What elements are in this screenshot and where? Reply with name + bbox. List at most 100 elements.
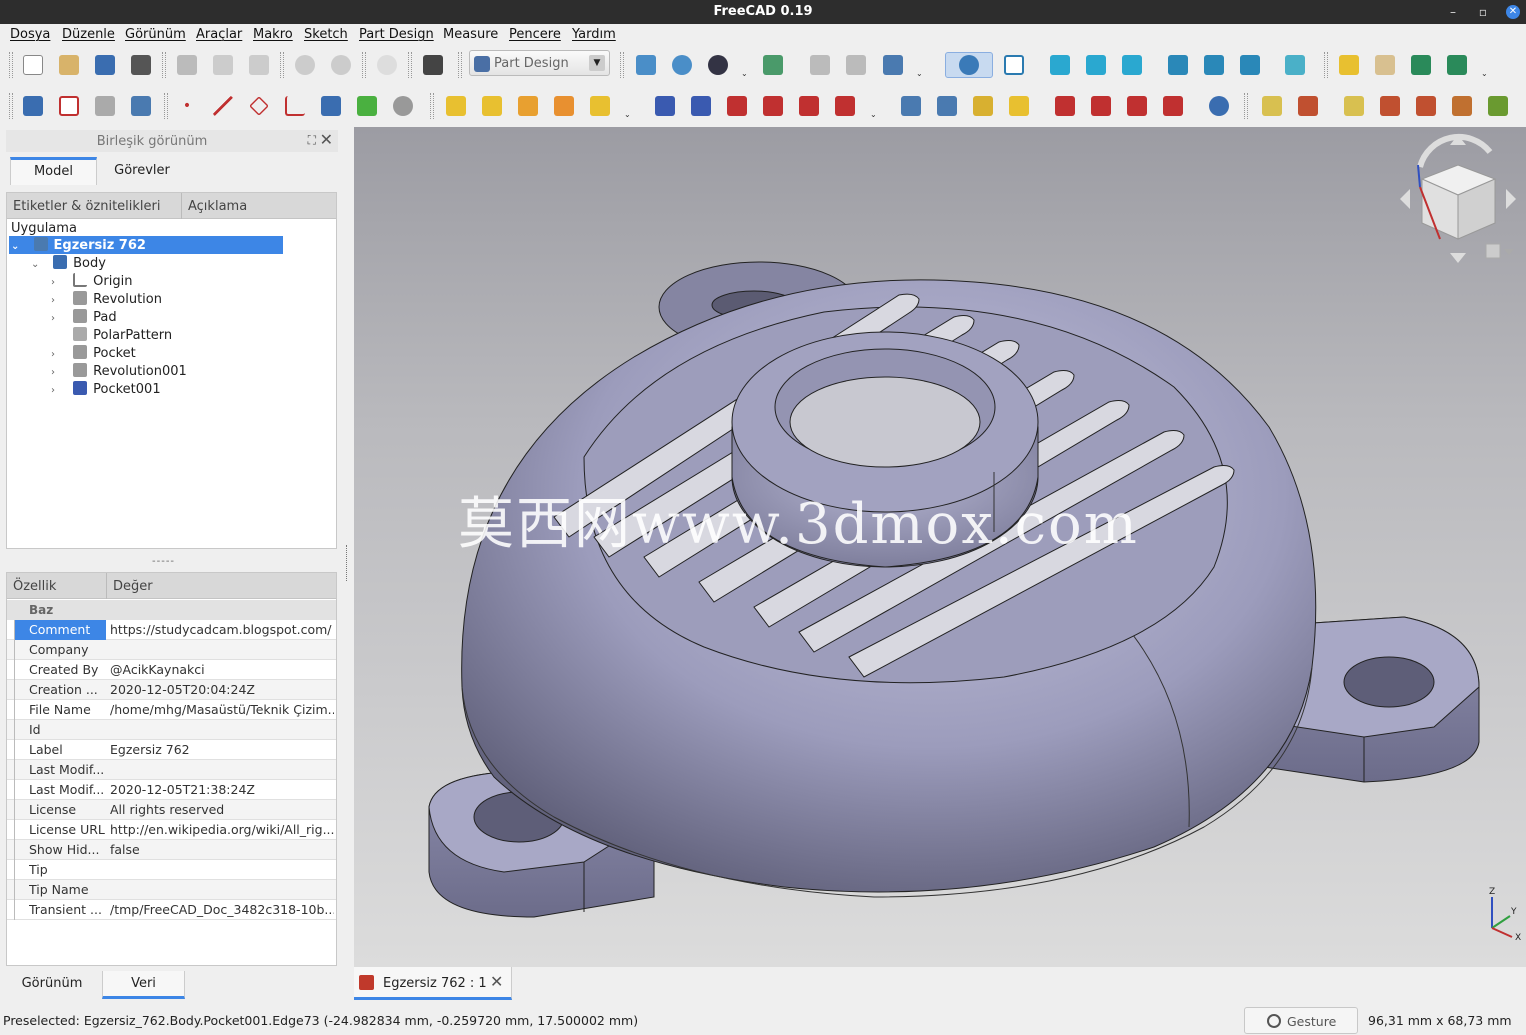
document-tab[interactable]: Egzersiz 762 : 1 ✕	[354, 967, 512, 1000]
tab-data[interactable]: Veri	[102, 971, 185, 999]
measure-icon[interactable]	[1282, 52, 1308, 78]
menu-tools[interactable]: Araçlar	[196, 27, 242, 42]
chevron-down-icon[interactable]	[1504, 249, 1514, 255]
tree-item-pocket001[interactable]: › Pocket001	[51, 381, 161, 399]
shape-binder-icon[interactable]	[128, 93, 154, 119]
pad-icon[interactable]	[443, 93, 469, 119]
tree-item-revolution001[interactable]: › Revolution001	[51, 363, 187, 381]
fit-selection-icon[interactable]	[669, 52, 695, 78]
view-isometric-icon[interactable]	[1001, 52, 1027, 78]
property-row[interactable]: Label Egzersiz 762	[7, 740, 336, 760]
tree-col-labels[interactable]: Etiketler & öznitelikleri	[13, 199, 160, 214]
measure-refresh-icon[interactable]	[1341, 93, 1367, 119]
property-row[interactable]: File Name/home/mhg/Masaüstü/Teknik Çizim…	[7, 700, 336, 720]
tab-tasks[interactable]: Görevler	[98, 157, 186, 185]
tree-col-description[interactable]: Açıklama	[188, 199, 247, 214]
chamfer-icon[interactable]	[1088, 93, 1114, 119]
property-row[interactable]: License All rights reserved	[7, 800, 336, 820]
fillet-icon[interactable]	[1052, 93, 1078, 119]
tab-view[interactable]: Görünüm	[2, 971, 102, 999]
print-icon[interactable]	[128, 52, 154, 78]
tree-item-origin[interactable]: › Origin	[51, 273, 132, 291]
view-top-icon[interactable]	[1083, 52, 1109, 78]
property-value[interactable]: https://studycadcam.blogspot.com/	[110, 622, 334, 637]
refresh-icon[interactable]	[374, 52, 400, 78]
chevron-down-icon[interactable]: ⌄	[741, 69, 748, 78]
multi-transform-icon[interactable]	[1006, 93, 1032, 119]
property-value[interactable]: http://en.wikipedia.org/wiki/All_rig...	[110, 822, 334, 837]
cube-menu-icon[interactable]	[1485, 243, 1501, 259]
property-row[interactable]: Comment https://studycadcam.blogspot.com/	[7, 620, 336, 640]
redo-icon[interactable]	[328, 52, 354, 78]
property-value[interactable]: 2020-12-05T21:38:24Z	[110, 782, 334, 797]
property-row[interactable]: Tip	[7, 860, 336, 880]
create-body-icon[interactable]	[20, 93, 46, 119]
chevron-down-icon[interactable]: ⌄	[11, 238, 23, 256]
float-icon[interactable]: ⛶	[308, 133, 316, 148]
property-row[interactable]: Id	[7, 720, 336, 740]
chevron-right-icon[interactable]: ›	[51, 310, 63, 328]
chevron-right-icon[interactable]: ›	[51, 364, 63, 382]
chevron-down-icon[interactable]: ⌄	[31, 256, 43, 274]
chevron-right-icon[interactable]: ›	[51, 274, 63, 292]
property-row[interactable]: Creation ... 2020-12-05T20:04:24Z	[7, 680, 336, 700]
menu-help[interactable]: Yardım	[572, 27, 616, 42]
property-row[interactable]: Tip Name	[7, 880, 336, 900]
property-value[interactable]: 2020-12-05T20:04:24Z	[110, 682, 334, 697]
measure-toggle-3d-icon[interactable]	[1449, 93, 1475, 119]
menu-view[interactable]: Görünüm	[125, 27, 186, 42]
hole-icon[interactable]	[688, 93, 714, 119]
additive-primitive-icon[interactable]	[587, 93, 613, 119]
tree-item-document[interactable]: ⌄ Egzersiz 762	[11, 237, 146, 255]
create-sketch-icon[interactable]	[56, 93, 82, 119]
rotate-right-arrow-icon[interactable]	[1506, 189, 1516, 209]
draw-style-icon[interactable]	[705, 52, 731, 78]
property-value[interactable]: Egzersiz 762	[110, 742, 334, 757]
property-row[interactable]: Last Modif...	[7, 760, 336, 780]
property-row[interactable]: License URL http://en.wikipedia.org/wiki/…	[7, 820, 336, 840]
subtractive-loft-icon[interactable]	[760, 93, 786, 119]
tree-item-pocket[interactable]: › Pocket	[51, 345, 136, 363]
subtractive-pipe-icon[interactable]	[796, 93, 822, 119]
back-icon[interactable]	[807, 52, 833, 78]
save-icon[interactable]	[92, 52, 118, 78]
menu-file[interactable]: Dosya	[10, 27, 50, 42]
link-actions-icon[interactable]	[1444, 52, 1470, 78]
additive-loft-icon[interactable]	[515, 93, 541, 119]
local-cs-icon[interactable]	[282, 93, 308, 119]
fit-all-icon[interactable]	[633, 52, 659, 78]
view-rear-icon[interactable]	[1165, 52, 1191, 78]
pocket-icon[interactable]	[652, 93, 678, 119]
rotate-left-arrow-icon[interactable]	[1400, 189, 1410, 209]
mirrored-icon[interactable]	[898, 93, 924, 119]
menu-window[interactable]: Pencere	[509, 27, 561, 42]
maximize-icon[interactable]: ▫	[1474, 3, 1492, 21]
minimize-icon[interactable]: –	[1444, 3, 1462, 21]
property-value[interactable]: All rights reserved	[110, 802, 334, 817]
undo-icon[interactable]	[292, 52, 318, 78]
workbench-selector[interactable]: Part Design ▼	[469, 50, 610, 76]
property-row[interactable]: Show Hid... false	[7, 840, 336, 860]
view-left-icon[interactable]	[1237, 52, 1263, 78]
boolean-icon[interactable]	[1206, 93, 1232, 119]
tree-item-pad[interactable]: › Pad	[51, 309, 117, 327]
sub-shape-binder-icon[interactable]	[318, 93, 344, 119]
groove-icon[interactable]	[724, 93, 750, 119]
group-icon[interactable]	[1372, 52, 1398, 78]
measure-toggle-icon[interactable]	[1413, 93, 1439, 119]
close-tab-icon[interactable]: ✕	[490, 972, 503, 991]
property-value[interactable]: @AcikKaynakci	[110, 662, 334, 677]
sprocket-icon[interactable]	[390, 93, 416, 119]
thickness-icon[interactable]	[1160, 93, 1186, 119]
property-value[interactable]: false	[110, 842, 334, 857]
clone-icon[interactable]	[354, 93, 380, 119]
3d-viewport[interactable]: 莫西网www.3dmox.com Z Y X	[354, 127, 1526, 967]
property-row[interactable]: Company	[7, 640, 336, 660]
property-row[interactable]: Transient ... /tmp/FreeCAD_Doc_3482c318-1…	[7, 900, 336, 920]
menu-measure[interactable]: Measure	[443, 27, 498, 42]
tree-item-polarpattern[interactable]: PolarPattern	[51, 327, 172, 345]
close-window-icon[interactable]: ✕	[1506, 5, 1520, 19]
subtractive-primitive-icon[interactable]	[832, 93, 858, 119]
polar-pattern-icon[interactable]	[970, 93, 996, 119]
datum-line-icon[interactable]	[210, 93, 236, 119]
